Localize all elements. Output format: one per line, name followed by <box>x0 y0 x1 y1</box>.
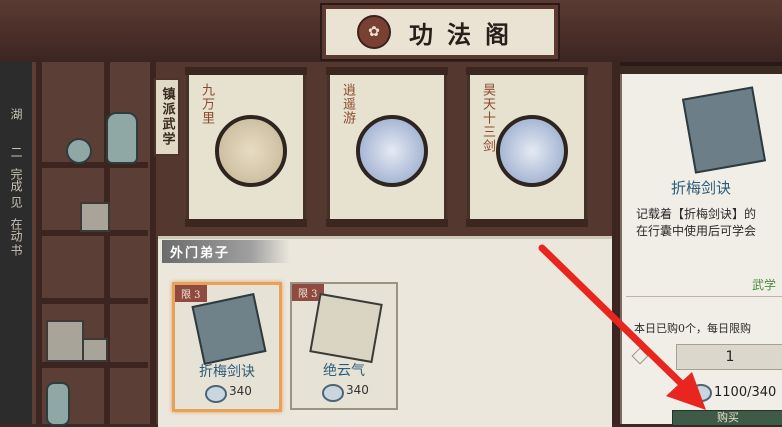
annotation-arrow-icon <box>538 244 706 410</box>
